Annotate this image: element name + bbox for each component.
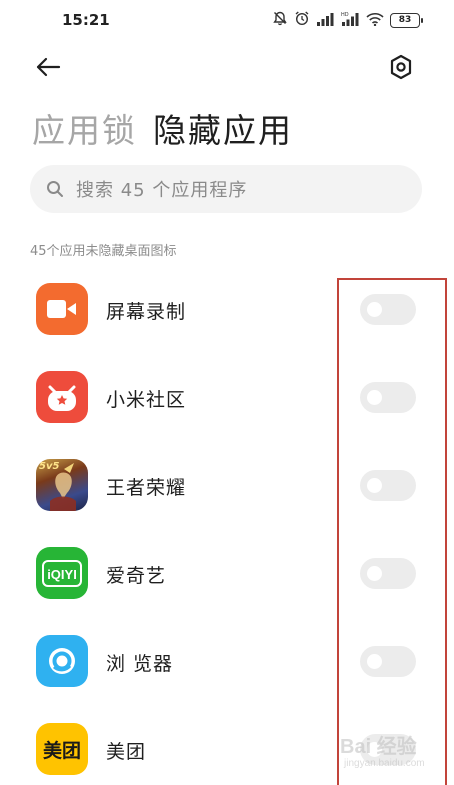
hide-toggle-honor-of-kings[interactable] (360, 470, 416, 501)
app-list: 屏幕录制 小米社区 5v5 王者荣耀 iQIYI 爱奇艺 浏 览器 美团 美团 (0, 270, 454, 785)
alarm-off-icon (272, 10, 288, 30)
app-name: 小米社区 (106, 389, 187, 411)
toggle-knob (367, 478, 382, 493)
list-item: 浏 览器 (0, 622, 454, 710)
toggle-knob (367, 654, 382, 669)
tab-app-lock[interactable]: 应用锁 (32, 104, 137, 152)
status-bar: 15:21 HD 83 (0, 0, 454, 40)
watermark-text: Bai 经验 (340, 736, 417, 758)
tab-bar: 应用锁 隐藏应用 (32, 104, 293, 152)
svg-text:HD: HD (341, 12, 349, 18)
battery-icon: 83 (390, 12, 423, 28)
arrow-left-icon (36, 57, 61, 77)
list-item: 屏幕录制 (0, 270, 454, 358)
search-input[interactable]: 搜索 45 个应用程序 (30, 165, 422, 213)
mi-community-icon (36, 371, 88, 423)
game-badge: 5v5 (39, 461, 60, 472)
meituan-logo-text: 美团 (42, 739, 81, 762)
toggle-knob (367, 566, 382, 581)
tab-hidden-apps[interactable]: 隐藏应用 (153, 104, 293, 152)
settings-button[interactable] (386, 52, 416, 82)
app-name: 屏幕录制 (106, 301, 187, 323)
browser-icon (36, 635, 88, 687)
list-item: 小米社区 (0, 358, 454, 446)
list-item: 5v5 王者荣耀 (0, 446, 454, 534)
section-label: 45个应用未隐藏桌面图标 (30, 244, 177, 259)
signal-icon (316, 11, 334, 30)
back-button[interactable] (34, 54, 62, 80)
alarm-clock-icon (294, 10, 310, 30)
status-time: 15:21 (62, 11, 110, 29)
iqiyi-icon: iQIYI (36, 547, 88, 599)
toggle-knob (367, 390, 382, 405)
app-name: 浏 览器 (106, 653, 174, 675)
meituan-icon: 美团 (36, 723, 88, 775)
hide-toggle-screen-recorder[interactable] (360, 294, 416, 325)
hide-toggle-mi-community[interactable] (360, 382, 416, 413)
search-icon (47, 181, 63, 197)
wifi-icon (366, 11, 384, 30)
list-item: iQIYI 爱奇艺 (0, 534, 454, 622)
app-name: 爱奇艺 (106, 565, 167, 587)
iqiyi-logo-text: iQIYI (47, 566, 77, 582)
hide-toggle-iqiyi[interactable] (360, 558, 416, 589)
screen-recorder-icon (36, 283, 88, 335)
hd-signal-icon: HD (340, 11, 360, 30)
app-name: 美团 (106, 741, 147, 763)
toggle-knob (367, 302, 382, 317)
watermark-url: jingyan.baidu.com (344, 758, 425, 769)
hide-toggle-browser[interactable] (360, 646, 416, 677)
search-placeholder: 搜索 45 个应用程序 (76, 180, 248, 201)
gear-icon (390, 54, 412, 80)
iqiyi-logo-frame: iQIYI (42, 559, 82, 587)
status-icons: HD 83 (272, 10, 423, 30)
app-name: 王者荣耀 (106, 477, 187, 499)
baidu-watermark: Bai 经验 jingyan.baidu.com (340, 726, 450, 776)
honor-of-kings-icon: 5v5 (36, 459, 88, 511)
